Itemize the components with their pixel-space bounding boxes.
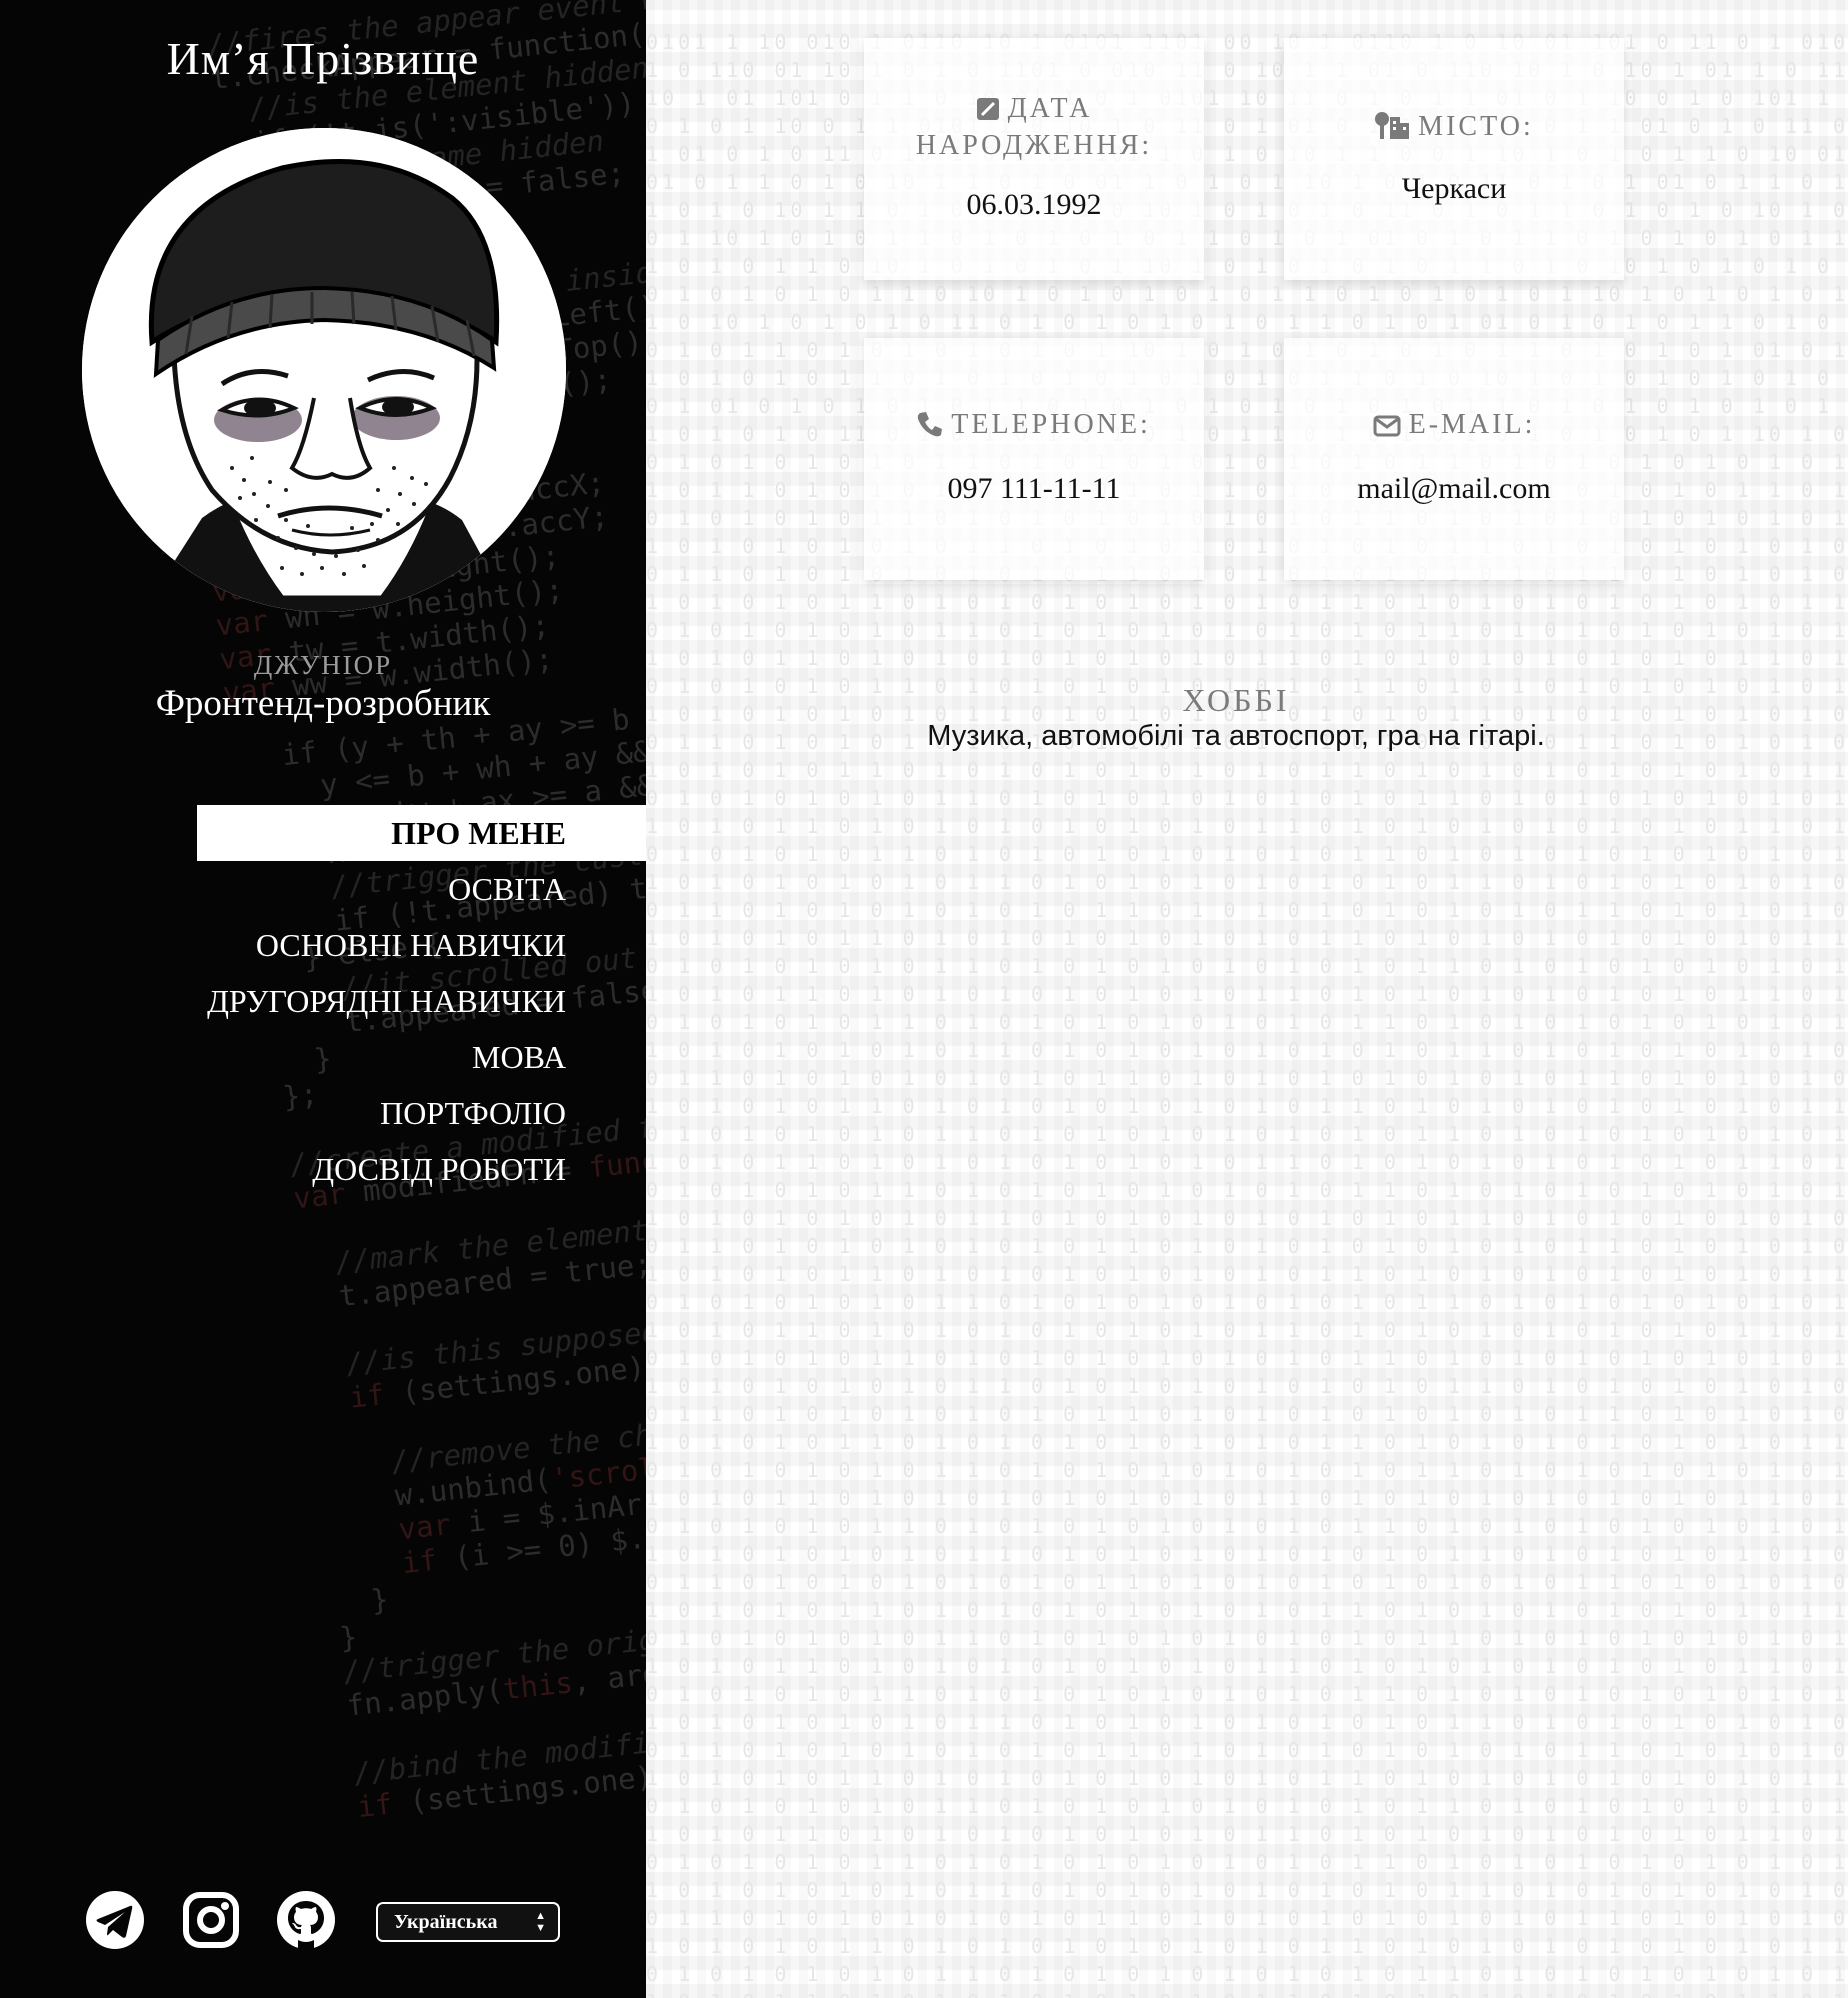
city-label-row: МІСТО: [1284, 110, 1624, 147]
email-card: E-MAIL: mail@mail.com [1284, 338, 1624, 580]
hobby-text: Музика, автомобілі та автоспорт, гра на … [927, 720, 1545, 752]
telephone-label-row: TELEPHONE: [864, 408, 1204, 445]
telephone-value[interactable]: 097 111-11-11 [864, 472, 1204, 506]
instagram-icon[interactable] [181, 1890, 241, 1950]
nav-item-education[interactable]: ОСВІТА [197, 861, 646, 917]
email-label: E-MAIL: [1408, 409, 1536, 440]
nav-item-about[interactable]: ПРО МЕНЕ [197, 805, 646, 861]
email-value[interactable]: mail@mail.com [1284, 472, 1624, 506]
telephone-card: TELEPHONE: 097 111-11-11 [864, 338, 1204, 580]
calendar-icon [976, 96, 1000, 129]
github-icon[interactable] [276, 1890, 336, 1950]
language-select[interactable]: Українська ▲ ▼ [376, 1902, 560, 1942]
telephone-label: TELEPHONE: [951, 409, 1151, 440]
telegram-icon[interactable] [85, 1890, 145, 1950]
select-arrows-icon: ▲ ▼ [535, 1910, 546, 1934]
main-nav: ПРО МЕНЕ ОСВІТА ОСНОВНІ НАВИЧКИ ДРУГОРЯД… [197, 805, 646, 1197]
binary-background: 0101 1 10 010 1 0110 10 1 0101 1101 00 1… [646, 30, 1848, 1998]
birthdate-label-row: ДАТА НАРОДЖЕННЯ: [864, 92, 1204, 162]
profile-name: Им’я Прізвище [166, 33, 480, 84]
email-label-row: E-MAIL: [1284, 408, 1624, 445]
nav-item-portfolio[interactable]: ПОРТФОЛІО [197, 1085, 646, 1141]
birthdate-card: ДАТА НАРОДЖЕННЯ: 06.03.1992 [864, 38, 1204, 280]
role-level: ДЖУНІОР [253, 650, 393, 680]
avatar-illustration [82, 128, 566, 612]
city-label: МІСТО: [1418, 111, 1534, 142]
nav-item-secondary-skills[interactable]: ДРУГОРЯДНІ НАВИЧКИ [197, 973, 646, 1029]
city-icon [1374, 111, 1410, 147]
nav-item-language[interactable]: МОВА [197, 1029, 646, 1085]
social-links: Українська ▲ ▼ [0, 1890, 646, 1952]
language-select-value: Українська [394, 1911, 498, 1933]
avatar [82, 128, 566, 612]
nav-item-experience[interactable]: ДОСВІД РОБОТИ [197, 1141, 646, 1197]
city-card: МІСТО: Черкаси [1284, 38, 1624, 280]
birthdate-label: ДАТА НАРОДЖЕННЯ: [915, 93, 1153, 161]
envelope-icon [1373, 412, 1401, 445]
sidebar: //fires the appear event when t.checkApp… [0, 0, 646, 1998]
birthdate-value: 06.03.1992 [966, 188, 1102, 221]
nav-item-main-skills[interactable]: ОСНОВНІ НАВИЧКИ [197, 917, 646, 973]
city-value: Черкаси [1401, 172, 1507, 205]
role-title: Фронтенд-розробник [155, 683, 491, 724]
main-content: 0101 1 10 010 1 0110 10 1 0101 1101 00 1… [646, 0, 1848, 1998]
phone-icon [917, 411, 943, 445]
hobby-title: ХОББІ [1182, 682, 1290, 718]
